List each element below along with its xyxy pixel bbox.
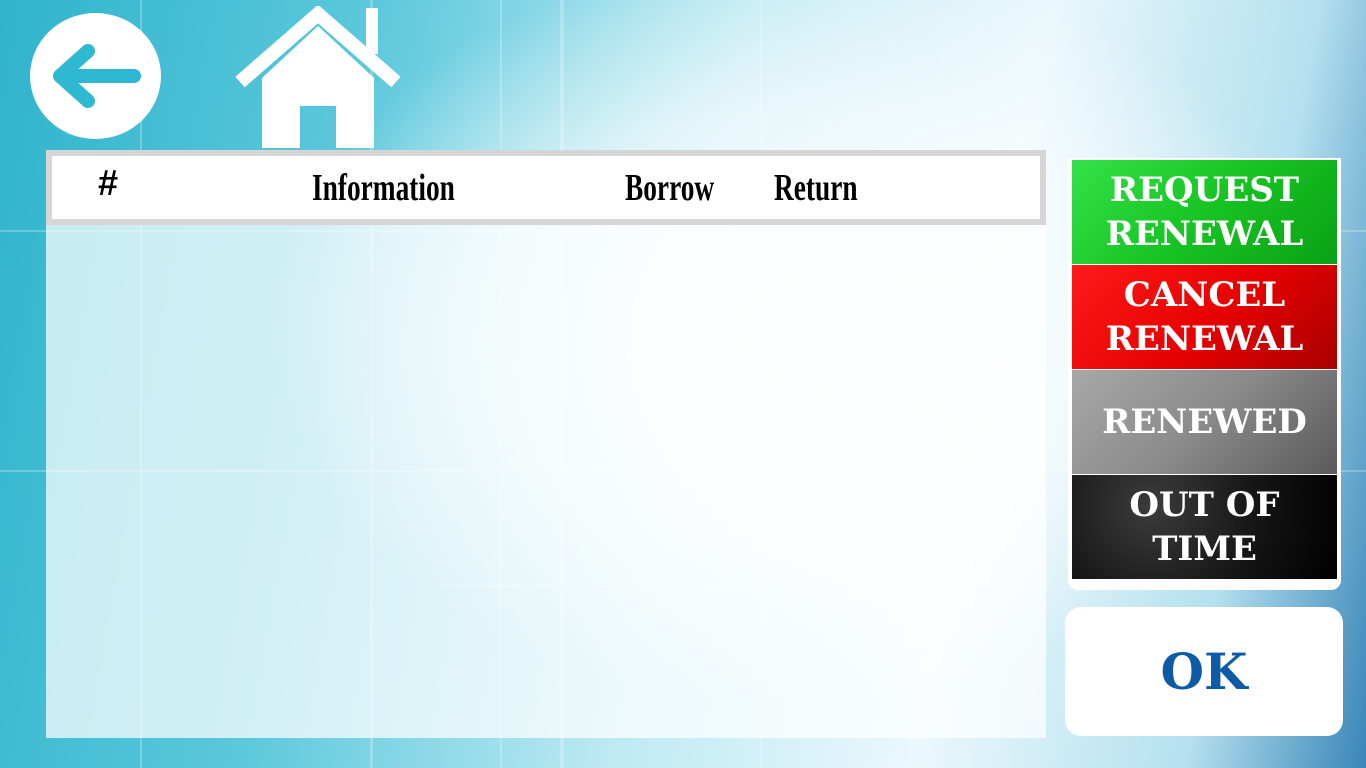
ok-button-label: OK [1160,642,1248,701]
request-renewal-label-line2: RENEWAL [1105,214,1304,254]
column-header-number: # [98,162,119,203]
ok-button[interactable]: OK [1065,607,1343,736]
cancel-renewal-button[interactable]: CANCEL RENEWAL [1072,265,1337,369]
renewed-status: RENEWED [1072,370,1337,474]
cancel-renewal-label-line1: CANCEL [1123,275,1286,315]
arrow-left-icon [53,44,141,108]
column-header-information: Information [312,167,455,209]
out-of-time-label-line1: OUT OF [1129,485,1280,525]
request-renewal-button[interactable]: REQUEST RENEWAL [1072,160,1337,264]
column-header-return: Return [774,167,858,209]
home-button[interactable] [232,4,404,148]
renewed-label: RENEWED [1102,402,1307,442]
out-of-time-status: OUT OF TIME [1072,475,1337,579]
out-of-time-label-line2: TIME [1152,529,1257,569]
table-header: # Information Borrow Return [46,150,1046,225]
back-button[interactable] [30,13,161,139]
request-renewal-label-line1: REQUEST [1109,170,1300,210]
borrow-table: # Information Borrow Return [46,150,1046,738]
home-icon [235,4,401,148]
status-legend: REQUEST RENEWAL CANCEL RENEWAL RENEWED O… [1068,158,1341,590]
cancel-renewal-label-line2: RENEWAL [1105,319,1304,359]
column-header-borrow: Borrow [625,167,715,209]
